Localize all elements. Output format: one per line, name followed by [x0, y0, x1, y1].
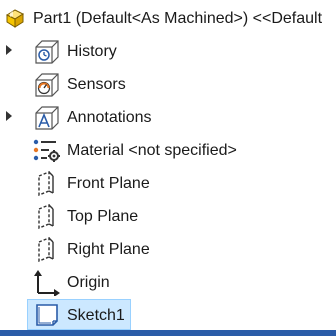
tree-item-label: Sensors: [67, 75, 126, 93]
panel-bottom-edge: [0, 330, 336, 336]
tree-item-label: Front Plane: [67, 174, 150, 192]
sensors-icon: [35, 73, 59, 97]
expand-arrow-icon[interactable]: [6, 45, 12, 55]
expand-arrow-icon[interactable]: [6, 111, 12, 121]
origin-icon: [34, 270, 60, 296]
tree-item-label: Right Plane: [67, 240, 150, 258]
tree-item-annotations[interactable]: Annotations: [0, 101, 336, 134]
plane-icon: [38, 170, 54, 197]
tree-item-label: Origin: [67, 273, 110, 291]
tree-item-sketch1[interactable]: Sketch1: [0, 299, 336, 332]
tree-item-material[interactable]: Material <not specified>: [0, 134, 336, 167]
feature-manager-tree: Part1 (Default<As Machined>) <<Default H…: [0, 0, 336, 336]
tree-root-part1[interactable]: Part1 (Default<As Machined>) <<Default: [0, 2, 336, 35]
tree-item-label: Top Plane: [67, 207, 139, 225]
plane-icon: [38, 203, 54, 230]
sketch-icon: [36, 304, 58, 326]
tree-item-front-plane[interactable]: Front Plane: [0, 167, 336, 200]
tree-root-label: Part1 (Default<As Machined>) <<Default: [33, 9, 323, 27]
part-icon: [5, 9, 25, 28]
tree-item-label: Sketch1: [67, 306, 125, 324]
tree-item-top-plane[interactable]: Top Plane: [0, 200, 336, 233]
tree-item-label: History: [67, 42, 117, 60]
tree-item-history[interactable]: History: [0, 35, 336, 68]
annotations-icon: [35, 106, 59, 130]
history-icon: [35, 40, 59, 64]
tree-item-label: Annotations: [67, 108, 152, 126]
plane-icon: [38, 236, 54, 263]
tree-item-sensors[interactable]: Sensors: [0, 68, 336, 101]
tree-item-right-plane[interactable]: Right Plane: [0, 233, 336, 266]
material-icon: [33, 139, 60, 162]
tree-item-label: Material <not specified>: [67, 141, 237, 159]
tree-item-origin[interactable]: Origin: [0, 266, 336, 299]
